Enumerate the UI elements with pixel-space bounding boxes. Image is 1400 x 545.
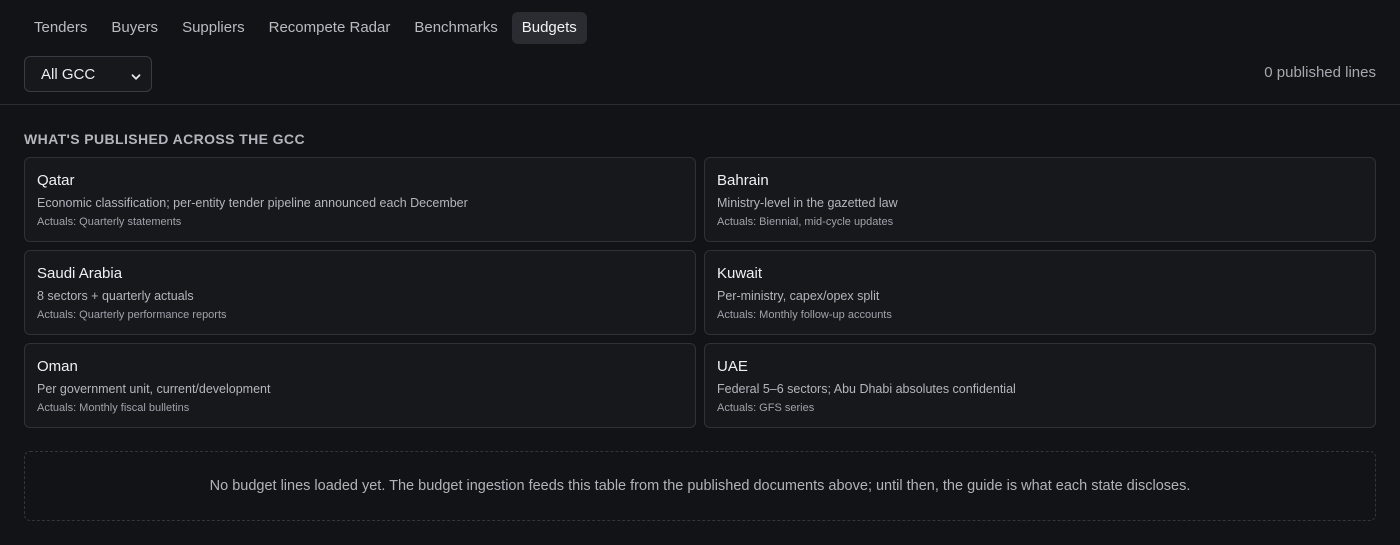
section-title: WHAT'S PUBLISHED ACROSS THE GCC <box>24 131 305 147</box>
country-description: Federal 5–6 sectors; Abu Dhabi absolutes… <box>717 382 1016 396</box>
country-grid: Qatar Economic classification; per-entit… <box>24 157 1376 428</box>
empty-state: No budget lines loaded yet. The budget i… <box>24 451 1376 521</box>
tab-budgets[interactable]: Budgets <box>511 12 587 44</box>
nav-tabs: Tenders Buyers Suppliers Recompete Radar… <box>24 12 591 44</box>
region-select[interactable]: All GCC <box>24 56 152 92</box>
country-actuals: Actuals: Monthly fiscal bulletins <box>37 402 190 414</box>
country-card-qatar: Qatar Economic classification; per-entit… <box>24 157 696 242</box>
country-description: 8 sectors + quarterly actuals <box>37 289 194 303</box>
country-card-kuwait: Kuwait Per-ministry, capex/opex split Ac… <box>704 250 1376 335</box>
country-actuals: Actuals: Quarterly statements <box>37 216 182 228</box>
country-name: Qatar <box>37 172 75 189</box>
country-actuals: Actuals: GFS series <box>717 402 815 414</box>
country-name: Saudi Arabia <box>37 265 123 282</box>
tab-recompete-radar[interactable]: Recompete Radar <box>259 12 401 44</box>
country-card-uae: UAE Federal 5–6 sectors; Abu Dhabi absol… <box>704 343 1376 428</box>
country-name: UAE <box>717 358 748 375</box>
country-name: Oman <box>37 358 78 375</box>
country-description: Per-ministry, capex/opex split <box>717 289 880 303</box>
country-description: Per government unit, current/development <box>37 382 271 396</box>
country-name: Kuwait <box>717 265 763 282</box>
published-lines-count: 0 published lines <box>1264 64 1376 81</box>
country-card-saudi-arabia: Saudi Arabia 8 sectors + quarterly actua… <box>24 250 696 335</box>
country-card-oman: Oman Per government unit, current/develo… <box>24 343 696 428</box>
country-actuals: Actuals: Biennial, mid-cycle updates <box>717 216 894 228</box>
country-name: Bahrain <box>717 172 769 189</box>
empty-state-message: No budget lines loaded yet. The budget i… <box>209 478 1191 494</box>
country-card-bahrain: Bahrain Ministry-level in the gazetted l… <box>704 157 1376 242</box>
tab-suppliers[interactable]: Suppliers <box>172 12 255 44</box>
country-description: Ministry-level in the gazetted law <box>717 196 898 210</box>
region-select-value: All GCC <box>41 65 96 83</box>
country-actuals: Actuals: Quarterly performance reports <box>37 309 227 321</box>
country-description: Economic classification; per-entity tend… <box>37 196 468 210</box>
tab-benchmarks[interactable]: Benchmarks <box>404 12 507 44</box>
chevron-down-icon <box>131 69 141 80</box>
country-actuals: Actuals: Monthly follow-up accounts <box>717 309 892 321</box>
top-bar: Tenders Buyers Suppliers Recompete Radar… <box>0 0 1400 105</box>
tab-buyers[interactable]: Buyers <box>101 12 168 44</box>
tab-tenders[interactable]: Tenders <box>24 12 97 44</box>
